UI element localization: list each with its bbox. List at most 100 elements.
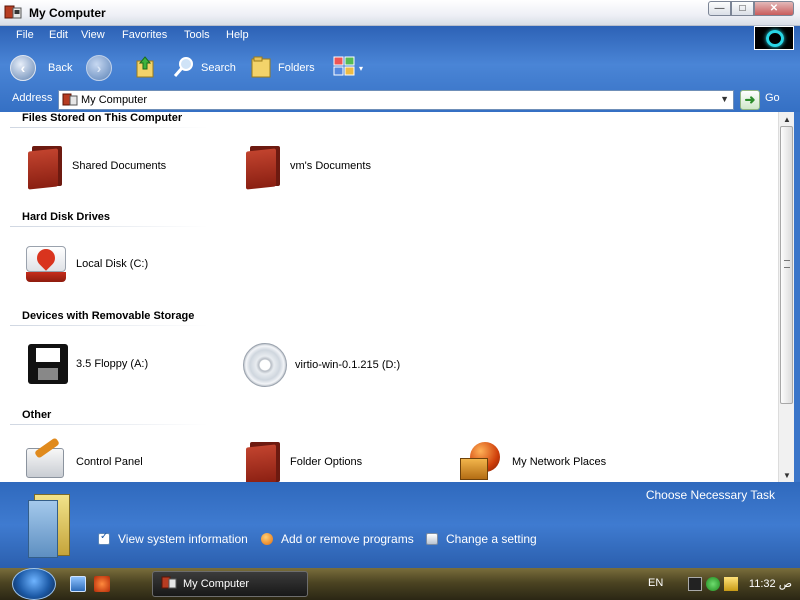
task-pane-title: Choose Necessary Task	[645, 488, 775, 502]
task-change-setting[interactable]: Change a setting	[426, 532, 537, 546]
maximize-icon: □	[739, 3, 746, 14]
scroll-thumb[interactable]	[780, 126, 793, 404]
floppy-disk-icon	[28, 344, 68, 384]
folders-button[interactable]: Folders	[250, 54, 315, 82]
security-tray-icon[interactable]	[706, 577, 720, 591]
up-folder-button[interactable]	[134, 54, 156, 82]
views-dropdown-icon: ▾	[359, 63, 364, 73]
views-icon	[333, 56, 357, 81]
folder-options-icon	[246, 440, 282, 486]
menu-view[interactable]: View	[81, 29, 105, 41]
address-value: My Computer	[81, 94, 148, 106]
item-label: vm's Documents	[290, 160, 371, 172]
group-divider	[10, 127, 208, 128]
cd-drive-icon	[243, 343, 287, 387]
address-dropdown-icon[interactable]: ▼	[720, 94, 729, 104]
search-icon	[173, 56, 195, 81]
window-controls: — □ ✕	[708, 1, 794, 16]
back-arrow-icon: ‹	[10, 55, 36, 81]
menu-tools[interactable]: Tools	[184, 29, 210, 41]
minimize-icon: —	[714, 3, 725, 14]
views-button[interactable]: ▾	[333, 54, 363, 82]
my-computer-icon	[161, 576, 177, 593]
group-divider	[10, 325, 208, 326]
add-remove-programs-icon	[261, 533, 273, 545]
folders-icon	[250, 55, 272, 82]
close-icon: ✕	[769, 3, 779, 14]
back-button[interactable]: ‹ Back	[10, 54, 72, 82]
my-computer-icon	[4, 4, 22, 23]
user-documents-folder-icon	[246, 144, 282, 190]
taskbar-window-label: My Computer	[183, 578, 250, 590]
system-info-icon	[98, 531, 110, 545]
network-places-icon	[460, 442, 504, 482]
item-folder-options[interactable]: Folder Options	[246, 440, 363, 486]
address-input[interactable]: My Computer ▼	[58, 90, 734, 110]
maximize-button[interactable]: □	[731, 1, 754, 16]
menu-bar: File Edit View Favorites Tools Help	[0, 26, 800, 50]
item-shared-documents[interactable]: Shared Documents	[28, 144, 167, 190]
taskbar-window-button[interactable]: My Computer	[152, 571, 308, 597]
item-control-panel[interactable]: Control Panel	[24, 437, 143, 482]
item-cd-drive-d[interactable]: virtio-win-0.1.215 (D:)	[243, 343, 400, 387]
task-pane-folder-icon	[28, 488, 74, 560]
item-vm-documents[interactable]: vm's Documents	[246, 144, 371, 190]
show-desktop-icon[interactable]	[70, 576, 86, 592]
item-my-network-places[interactable]: My Network Places	[460, 442, 606, 482]
forward-button[interactable]: ›	[86, 54, 112, 82]
search-button[interactable]: Search	[173, 54, 236, 82]
close-button[interactable]: ✕	[754, 1, 794, 16]
item-local-disk-c[interactable]: Local Disk (C:)	[24, 242, 148, 286]
quick-launch-app-icon[interactable]	[94, 576, 110, 592]
group-divider	[10, 226, 208, 227]
task-add-remove-programs[interactable]: Add or remove programs	[261, 532, 414, 546]
go-arrow-icon[interactable]: ➜	[740, 90, 760, 110]
item-label: My Network Places	[512, 456, 607, 468]
control-panel-icon	[24, 437, 68, 482]
toolbar: ‹ Back › Search Folders ▾	[0, 48, 800, 88]
group-title-other: Other	[22, 409, 52, 421]
task-label: View system information	[118, 532, 248, 546]
scroll-down-icon[interactable]: ▼	[779, 468, 795, 482]
window-chrome: File Edit View Favorites Tools Help ‹ Ba…	[0, 26, 800, 112]
change-setting-icon	[426, 533, 438, 545]
clock[interactable]: 11:32 ص	[749, 577, 792, 590]
my-computer-icon	[62, 93, 78, 110]
language-indicator[interactable]: EN	[648, 577, 663, 589]
network-tray-icon[interactable]	[688, 577, 702, 591]
task-view-system-information[interactable]: View system information	[98, 531, 248, 546]
scroll-up-icon[interactable]: ▲	[779, 112, 795, 126]
system-tray: EN 11:32 ص	[640, 571, 800, 597]
menu-help[interactable]: Help	[226, 29, 249, 41]
tray-app-icon[interactable]	[724, 577, 738, 591]
window-border	[794, 112, 800, 482]
grip-icon	[784, 260, 790, 268]
go-button[interactable]: Go	[765, 92, 780, 104]
start-button[interactable]	[12, 568, 56, 600]
item-label: Folder Options	[290, 456, 363, 468]
shared-documents-folder-icon	[28, 144, 64, 190]
item-label: Control Panel	[76, 456, 143, 468]
up-folder-icon	[134, 55, 156, 82]
menu-file[interactable]: File	[16, 29, 34, 41]
address-bar: Address My Computer ▼ ➜ Go	[0, 88, 800, 112]
item-label: Shared Documents	[72, 160, 167, 172]
address-label: Address	[12, 92, 53, 104]
title-bar: My Computer — □ ✕	[0, 0, 800, 26]
item-floppy-a[interactable]: 3.5 Floppy (A:)	[28, 344, 148, 384]
brand-ring-icon	[766, 30, 784, 47]
item-label: Local Disk (C:)	[76, 258, 149, 270]
menu-edit[interactable]: Edit	[49, 29, 68, 41]
folders-label: Folders	[278, 62, 315, 74]
menu-favorites[interactable]: Favorites	[122, 29, 167, 41]
file-list: Files Stored on This Computer Shared Doc…	[0, 112, 778, 486]
task-label: Change a setting	[446, 532, 537, 546]
minimize-button[interactable]: —	[708, 1, 731, 16]
vertical-scrollbar[interactable]: ▲ ▼	[778, 112, 794, 482]
task-pane: Choose Necessary Task View system inform…	[0, 482, 800, 568]
item-label: 3.5 Floppy (A:)	[76, 358, 149, 370]
window-title: My Computer	[29, 6, 106, 20]
search-label: Search	[201, 62, 236, 74]
item-label: virtio-win-0.1.215 (D:)	[295, 359, 401, 371]
group-divider	[10, 424, 208, 425]
